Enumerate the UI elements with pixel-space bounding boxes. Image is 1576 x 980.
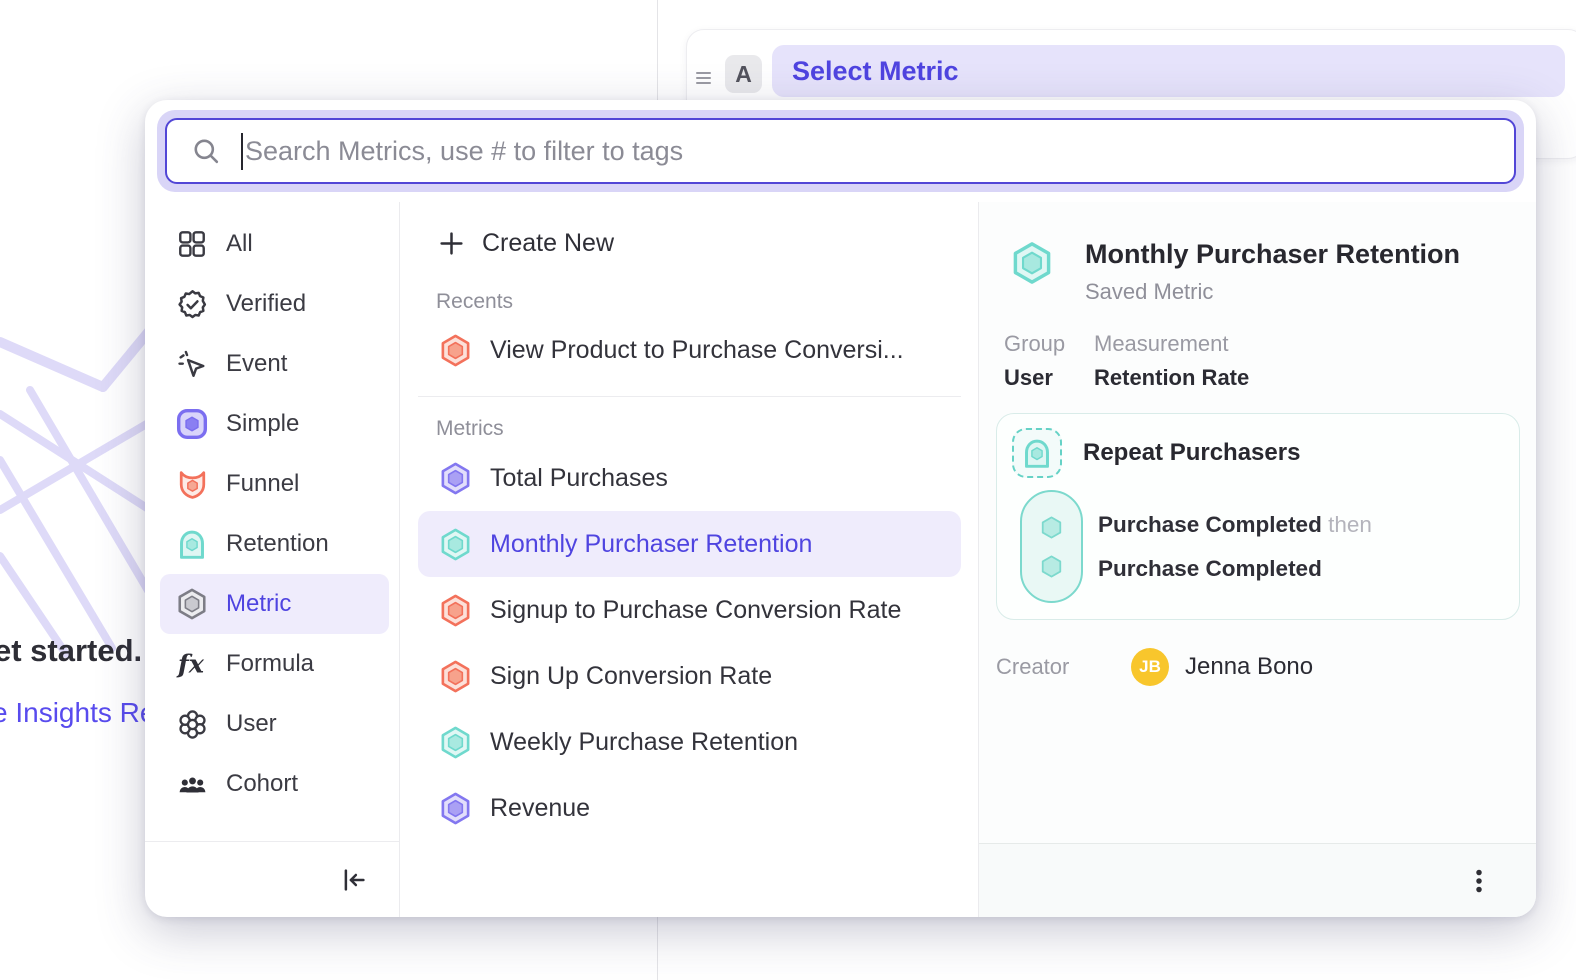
- metric-list-item-selected[interactable]: Monthly Purchaser Retention: [418, 511, 961, 577]
- creator-label: Creator: [996, 654, 1131, 680]
- retention-definition-icon: [1012, 428, 1062, 478]
- measurement-property: Measurement Retention Rate: [1094, 331, 1249, 391]
- background-heading: et started.: [0, 633, 142, 669]
- formula-icon: fx: [175, 647, 209, 681]
- detail-subtitle: Saved Metric: [1085, 279, 1460, 305]
- definition-step: Purchase Completed then: [1098, 512, 1372, 538]
- select-metric-button[interactable]: Select Metric: [772, 45, 1565, 97]
- metric-list: Create New Recents View Product to Purch…: [400, 202, 979, 917]
- retention-hexagon-icon: [438, 725, 473, 760]
- app-background: et started. e Insights Re A Select Metri…: [0, 0, 1576, 980]
- metric-hexagon-icon: [175, 587, 209, 621]
- simple-metric-icon: [175, 407, 209, 441]
- create-new-label: Create New: [482, 229, 614, 258]
- metric-hexagon-icon: [438, 791, 473, 826]
- metric-list-item[interactable]: Signup to Purchase Conversion Rate: [418, 577, 961, 643]
- category-sidebar: All Verified: [145, 202, 400, 917]
- funnel-icon: [175, 467, 209, 501]
- sidebar-item-event[interactable]: Event: [175, 334, 389, 394]
- kebab-menu-icon[interactable]: [1462, 864, 1496, 898]
- funnel-hexagon-icon: [438, 333, 473, 368]
- sidebar-item-funnel[interactable]: Funnel: [175, 454, 389, 514]
- metrics-section-label: Metrics: [418, 413, 961, 445]
- list-divider: [418, 396, 961, 397]
- metric-list-item[interactable]: Weekly Purchase Retention: [418, 709, 961, 775]
- sidebar-item-all[interactable]: All: [175, 214, 389, 274]
- sidebar-item-label: Verified: [226, 290, 306, 318]
- group-label: Group: [1004, 331, 1094, 357]
- group-property: Group User: [1004, 331, 1094, 391]
- metric-item-label: Total Purchases: [490, 464, 668, 493]
- sidebar-item-label: Simple: [226, 410, 299, 438]
- background-chart-lines: [0, 318, 152, 678]
- metric-item-label: Monthly Purchaser Retention: [490, 530, 812, 559]
- sidebar-item-user[interactable]: User: [175, 694, 389, 754]
- search-bar: [157, 110, 1524, 192]
- metric-item-label: Weekly Purchase Retention: [490, 728, 798, 757]
- group-value: User: [1004, 365, 1094, 391]
- metric-item-label: View Product to Purchase Conversi...: [490, 336, 904, 365]
- text-cursor: [241, 133, 243, 170]
- sidebar-footer: [145, 841, 399, 917]
- metric-row-badge[interactable]: A: [725, 55, 762, 93]
- sidebar-item-formula[interactable]: fx Formula: [175, 634, 389, 694]
- plus-icon: [438, 230, 465, 257]
- recent-metric-item[interactable]: View Product to Purchase Conversi...: [418, 318, 961, 382]
- event-cursor-icon: [175, 347, 209, 381]
- definition-step: Purchase Completed: [1098, 556, 1372, 582]
- measurement-value: Retention Rate: [1094, 365, 1249, 391]
- sidebar-item-metric[interactable]: Metric: [160, 574, 389, 634]
- retention-hexagon-icon: [438, 527, 473, 562]
- metric-item-label: Signup to Purchase Conversion Rate: [490, 596, 901, 625]
- drag-handle-icon[interactable]: [693, 67, 715, 89]
- retention-icon: [175, 527, 209, 561]
- sidebar-item-retention[interactable]: Retention: [175, 514, 389, 574]
- sidebar-item-label: Metric: [226, 590, 291, 618]
- metric-hexagon-icon: [438, 461, 473, 496]
- search-input[interactable]: [245, 136, 1514, 167]
- metric-picker-modal: All Verified: [145, 100, 1536, 917]
- sidebar-item-cohort[interactable]: Cohort: [175, 754, 389, 814]
- collapse-left-icon[interactable]: [337, 863, 371, 897]
- sidebar-item-label: Formula: [226, 650, 314, 678]
- sidebar-item-label: Retention: [226, 530, 329, 558]
- svg-text:fx: fx: [176, 650, 205, 680]
- cohort-icon: [175, 767, 209, 801]
- funnel-hexagon-icon: [438, 659, 473, 694]
- event-hexagon-icon: [1038, 553, 1065, 580]
- measurement-label: Measurement: [1094, 331, 1249, 357]
- detail-footer: [979, 843, 1536, 917]
- select-metric-label: Select Metric: [792, 56, 959, 87]
- sidebar-item-simple[interactable]: Simple: [175, 394, 389, 454]
- event-sequence-capsule: [1020, 490, 1083, 603]
- detail-title: Monthly Purchaser Retention: [1085, 238, 1460, 270]
- create-new-button[interactable]: Create New: [418, 216, 961, 270]
- funnel-hexagon-icon: [438, 593, 473, 628]
- metric-list-item[interactable]: Revenue: [418, 775, 961, 841]
- definition-name: Repeat Purchasers: [1083, 439, 1300, 467]
- sidebar-item-label: Funnel: [226, 470, 299, 498]
- creator-name: Jenna Bono: [1185, 653, 1313, 681]
- event-hexagon-icon: [1038, 514, 1065, 541]
- metric-list-item[interactable]: Sign Up Conversion Rate: [418, 643, 961, 709]
- metric-item-label: Revenue: [490, 794, 590, 823]
- recents-section-label: Recents: [418, 286, 961, 318]
- sidebar-item-label: Event: [226, 350, 287, 378]
- sidebar-item-verified[interactable]: Verified: [175, 274, 389, 334]
- metric-list-item[interactable]: Total Purchases: [418, 445, 961, 511]
- saved-metric-hexagon-icon: [1009, 240, 1055, 286]
- creator-avatar: JB: [1131, 648, 1169, 686]
- metric-item-label: Sign Up Conversion Rate: [490, 662, 772, 691]
- user-profile-icon: [175, 707, 209, 741]
- background-report-link[interactable]: e Insights Re: [0, 697, 155, 729]
- sidebar-item-label: Cohort: [226, 770, 298, 798]
- sidebar-item-label: All: [226, 230, 253, 258]
- metric-detail-panel: Monthly Purchaser Retention Saved Metric…: [979, 202, 1536, 917]
- sidebar-item-label: User: [226, 710, 277, 738]
- search-icon: [191, 136, 222, 167]
- creator-row: Creator JB Jenna Bono: [979, 648, 1536, 686]
- grid-icon: [175, 227, 209, 261]
- verified-badge-icon: [175, 287, 209, 321]
- definition-card: Repeat Purchasers Purchase Comp: [996, 413, 1520, 620]
